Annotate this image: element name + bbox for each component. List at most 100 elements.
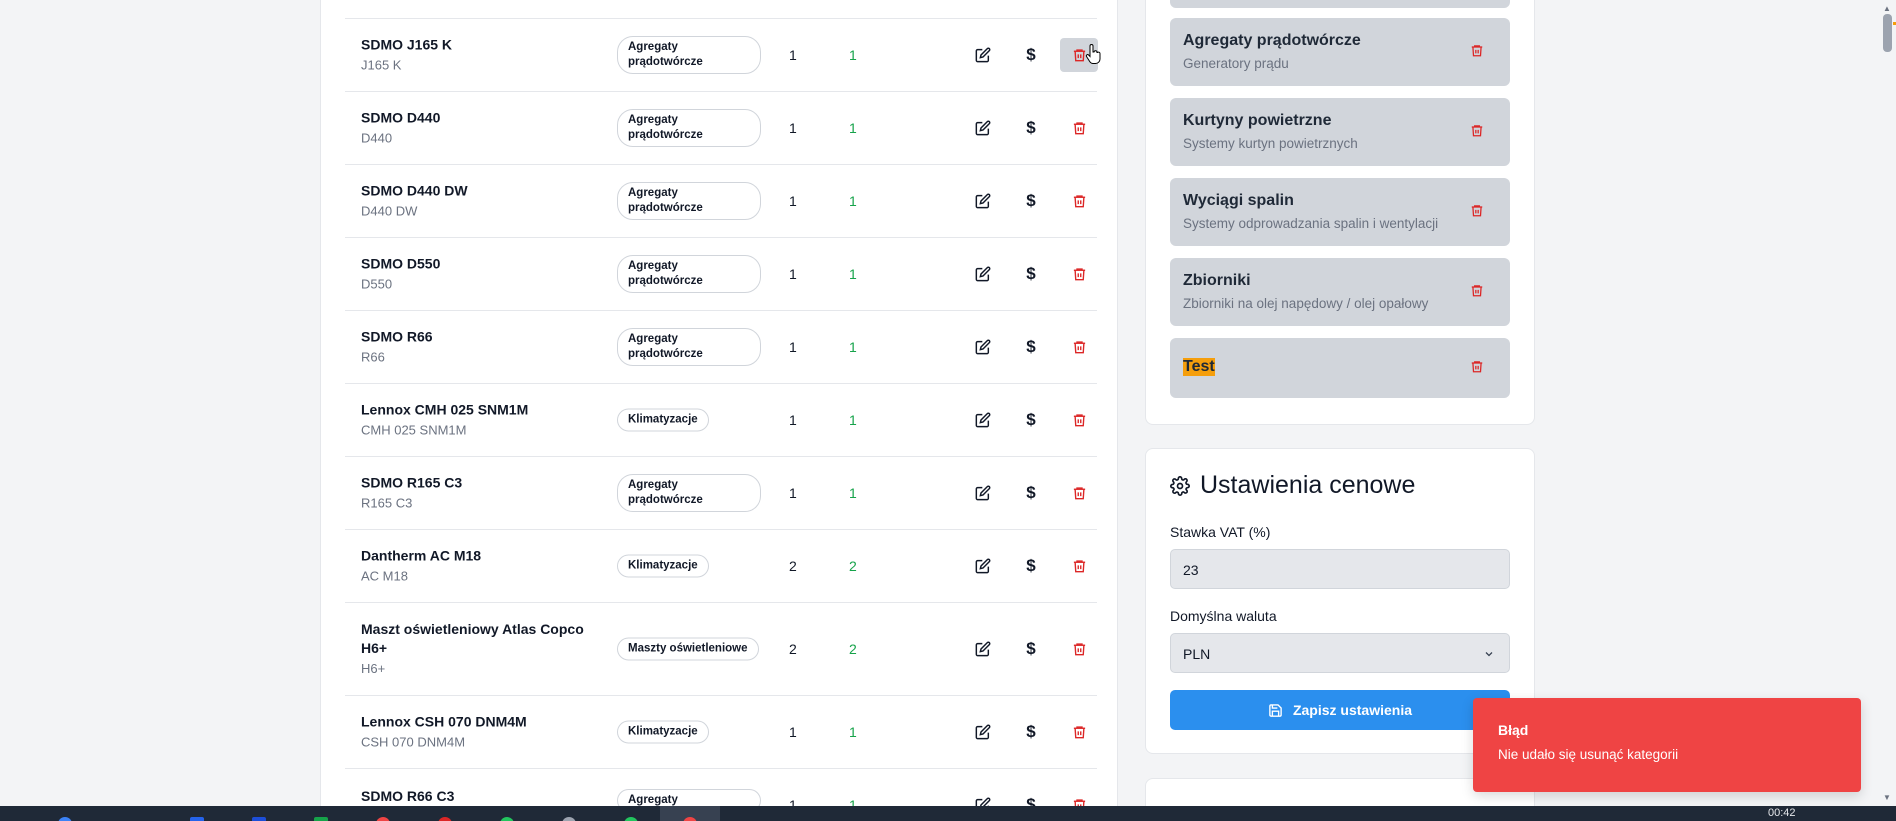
dollar-icon: $ [1026,639,1036,658]
product-name: SDMO R66 [361,328,433,345]
price-button[interactable]: $ [1012,330,1050,364]
scroll-down-arrow-icon[interactable]: ▼ [1883,793,1891,802]
edit-button[interactable] [964,257,1002,291]
price-button[interactable]: $ [1012,632,1050,666]
category-badge: Agregaty prądotwórcze [617,328,761,366]
available-quantity: 1 [849,485,857,501]
category-item: Kurtyny powietrzne Systemy kurtyn powiet… [1170,98,1510,166]
price-button[interactable]: $ [1012,111,1050,145]
currency-select[interactable]: PLN [1170,633,1510,673]
vat-input[interactable]: 23 [1170,549,1510,589]
category-description: Generatory prądu [1183,56,1289,71]
product-name-cell: SDMO R165 C3 R165 C3 [361,474,591,513]
product-name-cell: Maszt oświetleniowy Atlas Copco H6+ H6+ [361,620,591,678]
chevron-down-icon [1485,652,1493,657]
category-badge: Klimatyzacje [617,720,709,744]
product-name-cell: Lennox CSH 070 DNM4M CSH 070 DNM4M [361,713,591,752]
category-delete-button[interactable] [1470,359,1484,379]
edit-icon [975,797,991,806]
category-delete-button[interactable] [1470,123,1484,143]
page-scrollbar[interactable]: ▲ ▼ [1879,0,1896,806]
category-item: Agregaty prądotwórcze Generatory prądu [1170,18,1510,86]
edit-button[interactable] [964,788,1002,806]
price-button[interactable]: $ [1012,184,1050,218]
category-title: Agregaty prądotwórcze [1183,32,1361,49]
product-name: Maszt oświetleniowy Atlas Copco H6+ [361,621,584,656]
edit-button[interactable] [964,632,1002,666]
delete-button[interactable] [1060,632,1098,666]
error-toast[interactable]: Błąd Nie udało się usunąć kategorii [1473,698,1861,792]
delete-button[interactable] [1060,403,1098,437]
price-button[interactable]: $ [1012,38,1050,72]
product-name: SDMO D550 [361,255,441,272]
save-settings-button[interactable]: Zapisz ustawienia [1170,690,1510,730]
category-delete-button[interactable] [1470,283,1484,303]
edit-button[interactable] [964,111,1002,145]
product-code: D550 [361,276,393,292]
edit-button[interactable] [964,549,1002,583]
edit-button[interactable] [964,403,1002,437]
product-code: CSH 070 DNM4M [361,734,466,750]
trash-icon [1471,361,1483,373]
delete-button[interactable] [1060,715,1098,749]
product-name: SDMO D440 [361,109,441,126]
product-name: SDMO R66 C3 [361,788,455,804]
price-button[interactable]: $ [1012,257,1050,291]
delete-button[interactable] [1060,330,1098,364]
delete-button[interactable] [1060,184,1098,218]
currency-label: Domyślna waluta [1170,608,1277,624]
quantity: 1 [789,797,797,806]
table-row: SDMO R165 C3 R165 C3 Agregaty prądotwórc… [345,456,1097,529]
taskbar-app-icon[interactable] [376,817,390,821]
edit-icon [975,120,991,136]
edit-button[interactable] [964,476,1002,510]
save-icon [1269,703,1282,717]
taskbar-app-icon[interactable] [58,817,72,821]
table-row: SDMO D440 D440 Agregaty prądotwórcze 1 1… [345,91,1097,164]
toast-message: Nie udało się usunąć kategorii [1498,747,1679,762]
delete-button[interactable] [1060,788,1098,806]
product-code: AC M18 [361,568,408,584]
edit-button[interactable] [964,184,1002,218]
taskbar-app-icon[interactable] [438,817,452,821]
taskbar-app-icon[interactable] [314,817,328,821]
delete-button[interactable] [1060,38,1101,72]
taskbar-app-icon[interactable] [252,817,266,821]
available-quantity: 1 [849,412,857,428]
available-quantity: 1 [849,724,857,740]
price-button[interactable]: $ [1012,549,1050,583]
scroll-up-arrow-icon[interactable]: ▲ [1883,4,1891,13]
category-delete-button[interactable] [1470,203,1484,223]
products-table: SDMO J165 K J165 K Agregaty prądotwórcze… [345,0,1101,806]
delete-button[interactable] [1060,549,1098,583]
products-card: SDMO J165 K J165 K Agregaty prądotwórcze… [320,0,1118,806]
category-delete-button[interactable] [1470,43,1484,63]
price-settings-header: Ustawienia cenowe [1170,471,1415,500]
delete-button[interactable] [1060,111,1098,145]
product-name-cell: Lennox CMH 025 SNM1M CMH 025 SNM1M [361,401,591,440]
taskbar-app-icon[interactable] [624,817,638,821]
category-badge: Agregaty prądotwórcze [617,36,761,74]
quantity: 1 [789,47,797,63]
price-button[interactable]: $ [1012,715,1050,749]
edit-button[interactable] [964,38,1002,72]
taskbar-app-icon[interactable] [190,817,204,821]
price-button[interactable]: $ [1012,476,1050,510]
toast-title: Błąd [1498,722,1529,738]
scrollbar-thumb[interactable] [1883,14,1892,52]
edit-icon [975,266,991,282]
edit-icon [975,47,991,63]
category-badge: Agregaty prądotwórcze [617,109,761,147]
taskbar-app-icon[interactable] [562,817,576,821]
edit-button[interactable] [964,715,1002,749]
taskbar-app-icon[interactable] [500,817,514,821]
edit-button[interactable] [964,330,1002,364]
price-button[interactable]: $ [1012,788,1050,806]
categories-card: Agregaty prądotwórcze Generatory prądu K… [1145,0,1535,425]
available-quantity: 1 [849,193,857,209]
price-button[interactable]: $ [1012,403,1050,437]
trash-icon [1073,268,1085,281]
delete-button[interactable] [1060,476,1098,510]
delete-button[interactable] [1060,257,1098,291]
trash-icon [1471,285,1483,297]
